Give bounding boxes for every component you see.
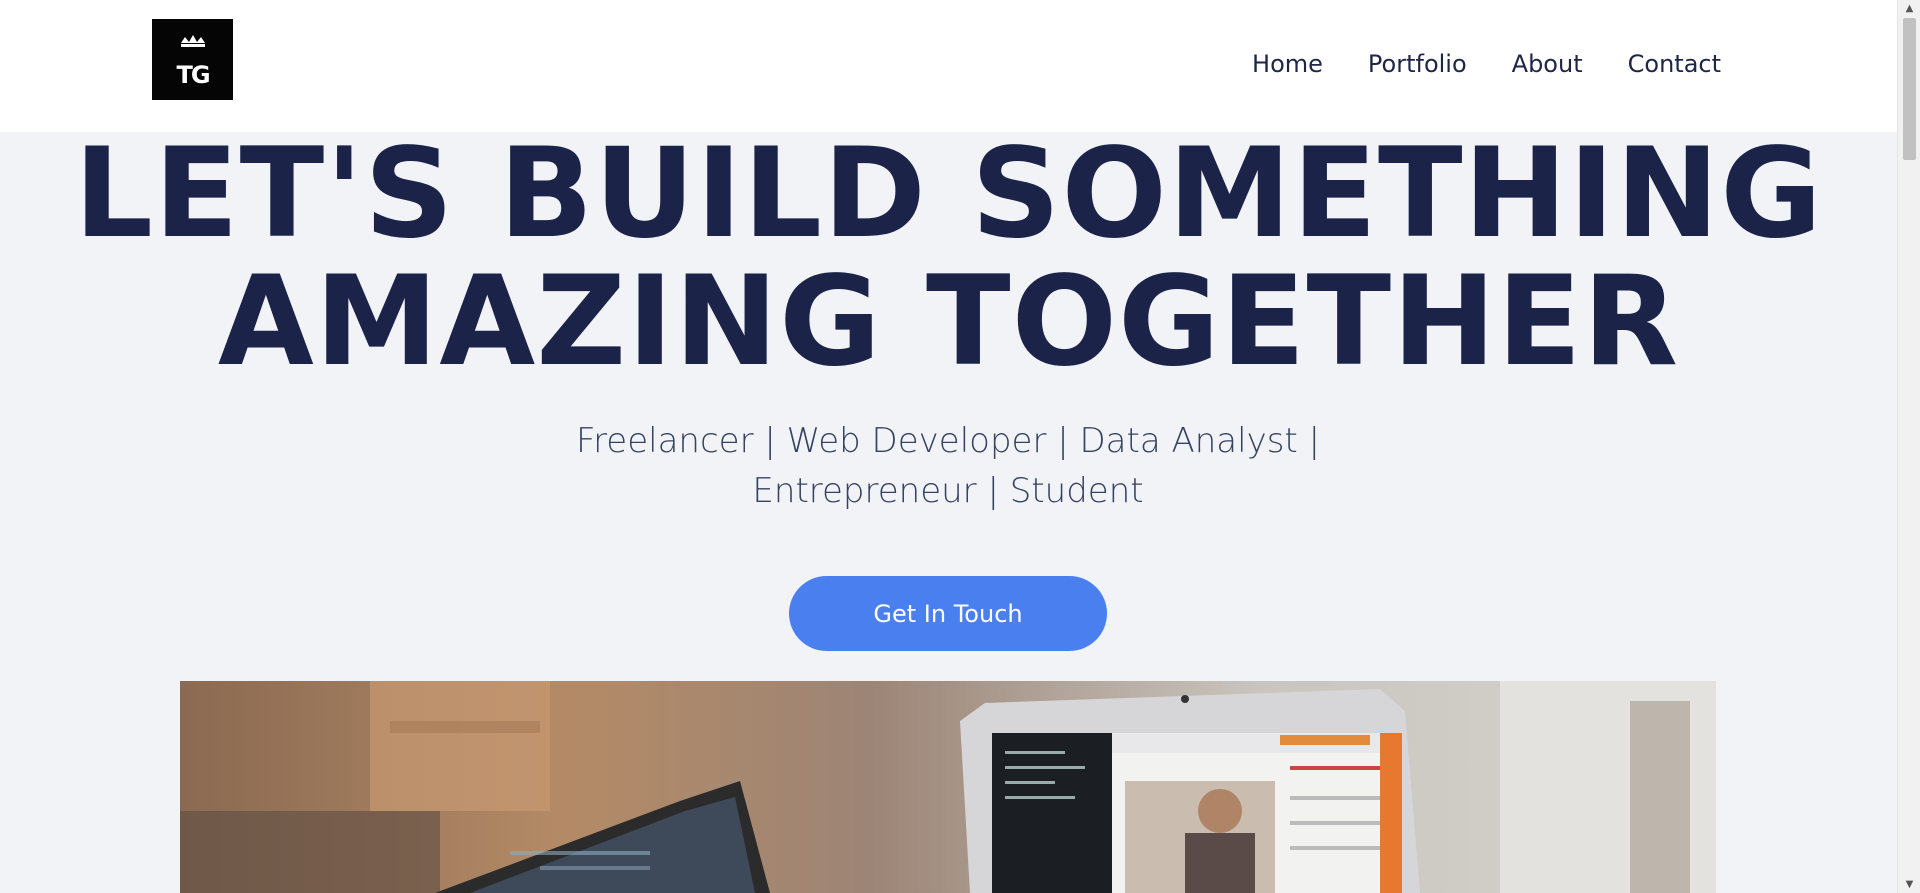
logo-text: TG bbox=[176, 61, 210, 89]
hero-subtitle-line-2: Entrepreneur | Student bbox=[752, 471, 1144, 511]
hero-image bbox=[180, 681, 1716, 893]
page-scrollbar[interactable]: ▲ ▼ bbox=[1897, 0, 1920, 893]
hero-title-line-1: LET'S BUILD SOMETHING bbox=[73, 122, 1824, 266]
hero-title-line-2: AMAZING TOGETHER bbox=[217, 250, 1680, 394]
hero-subtitle-line-1: Freelancer | Web Developer | Data Analys… bbox=[575, 421, 1320, 461]
nav-about[interactable]: About bbox=[1512, 44, 1583, 84]
triangle-up-icon[interactable]: ▲ bbox=[1898, 0, 1920, 17]
nav-portfolio[interactable]: Portfolio bbox=[1368, 44, 1467, 84]
scroll-thumb[interactable] bbox=[1903, 18, 1916, 160]
triangle-down-icon[interactable]: ▼ bbox=[1898, 876, 1920, 893]
hero-title: LET'S BUILD SOMETHING AMAZING TOGETHER bbox=[0, 130, 1897, 386]
main-nav: Home Portfolio About Contact bbox=[1252, 44, 1721, 84]
nav-home[interactable]: Home bbox=[1252, 44, 1323, 84]
page: TG Home Portfolio About Contact LET'S BU… bbox=[0, 0, 1897, 893]
site-header: TG Home Portfolio About Contact bbox=[0, 0, 1897, 132]
laptops-photo bbox=[180, 681, 1716, 893]
hero-subtitle: Freelancer | Web Developer | Data Analys… bbox=[548, 416, 1348, 516]
nav-contact[interactable]: Contact bbox=[1628, 44, 1721, 84]
logo[interactable]: TG bbox=[152, 19, 233, 100]
get-in-touch-button[interactable]: Get In Touch bbox=[789, 576, 1107, 651]
